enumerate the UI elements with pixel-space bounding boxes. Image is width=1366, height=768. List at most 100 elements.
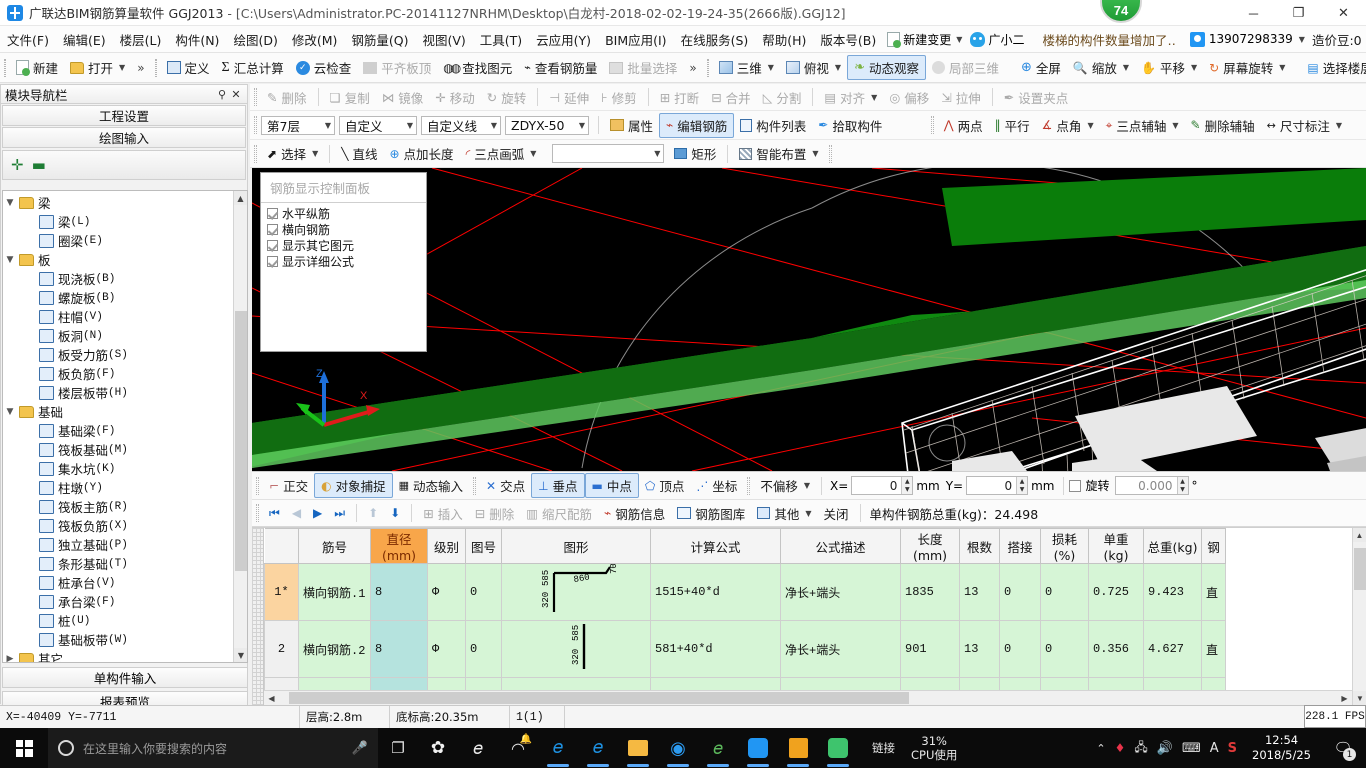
snapbar-grip[interactable] bbox=[256, 476, 259, 495]
shape-cell[interactable]: 585 320 860 70 bbox=[501, 563, 651, 621]
table-cell[interactable]: 9.423 bbox=[1143, 563, 1202, 621]
nav-drawing-input-button[interactable]: 绘图输入 bbox=[2, 127, 246, 148]
rotate-enable-checkbox[interactable] bbox=[1068, 479, 1081, 492]
y-spin-down-icon[interactable]: ▼ bbox=[1016, 485, 1028, 494]
midpoint-snap-button[interactable]: ▬ 中点 bbox=[584, 473, 639, 498]
table-hscroll-thumb[interactable] bbox=[289, 692, 909, 704]
tray-network-icon[interactable]: 🖧 bbox=[1134, 738, 1147, 759]
menu-edit[interactable]: 编辑(E) bbox=[56, 27, 113, 52]
floor-chevron-down-icon[interactable]: ▼ bbox=[325, 121, 331, 130]
col-formula-desc[interactable]: 公式描述 bbox=[780, 528, 901, 564]
vertex-snap-button[interactable]: ⬠ 顶点 bbox=[639, 474, 690, 497]
zoom-chevron-down-icon[interactable]: ▼ bbox=[1123, 63, 1129, 72]
table-vertical-scrollbar[interactable]: ▲ ▼ bbox=[1352, 528, 1366, 705]
y-offset-spinner[interactable]: ▲ ▼ bbox=[1016, 477, 1028, 494]
toolbar-grip-3[interactable] bbox=[706, 58, 709, 77]
tree-folder-3[interactable]: ▼ 板 bbox=[3, 250, 233, 269]
edit-toolbar-grip[interactable] bbox=[254, 88, 257, 106]
taskbar-app-spiral[interactable]: ◠ 🔔 bbox=[498, 728, 538, 768]
object-snap-button[interactable]: ◐ 对象捕捉 bbox=[314, 473, 393, 498]
tree-item-15[interactable]: 柱墩 (Y) bbox=[3, 478, 233, 497]
dimension-button[interactable]: ↔ 尺寸标注 ▼ bbox=[1261, 114, 1348, 137]
point-add-length-button[interactable]: ⊕ 点加长度 bbox=[383, 142, 459, 165]
three-d-button[interactable]: 三维 ▼ bbox=[713, 56, 780, 79]
table-cell[interactable]: 0 bbox=[1040, 563, 1089, 621]
delete-axis-button[interactable]: ✎ 删除辅轴 bbox=[1185, 114, 1261, 137]
last-record-icon[interactable]: ⏭ bbox=[328, 506, 351, 521]
notice-ticker[interactable]: 楼梯的构件数量增加了‥ bbox=[1042, 30, 1175, 49]
start-button[interactable] bbox=[0, 728, 48, 768]
col-count[interactable]: 根数 bbox=[959, 528, 1000, 564]
table-cell[interactable]: 横向钢筋.1 bbox=[298, 563, 371, 621]
col-rownum[interactable] bbox=[264, 528, 299, 564]
action-center-button[interactable]: 🗨 1 bbox=[1326, 728, 1360, 768]
table-cell[interactable]: 直 bbox=[1201, 620, 1226, 678]
taskbar-app-green-e[interactable]: 𝑒 bbox=[698, 728, 738, 768]
toolbar-overflow-mid[interactable]: » bbox=[683, 61, 702, 75]
tray-ime-icon[interactable]: A bbox=[1210, 741, 1219, 756]
draw-toolbar-grip[interactable] bbox=[254, 144, 257, 163]
fullscreen-button[interactable]: ⊕ 全屏 bbox=[1015, 56, 1067, 79]
table-cell[interactable]: 0.356 bbox=[1088, 620, 1144, 678]
smart-layout-button[interactable]: 智能布置 ▼ bbox=[733, 142, 824, 165]
table-cell[interactable]: 直 bbox=[1201, 563, 1226, 621]
table-row[interactable]: 2 横向钢筋.2 8 Φ 0 585 320 581+40*d 净长+端头 901 13 0 0 0.35… bbox=[264, 620, 1226, 678]
col-formula[interactable]: 计算公式 bbox=[650, 528, 781, 564]
table-cell[interactable]: 0.725 bbox=[1088, 563, 1144, 621]
tree-item-12[interactable]: 基础梁 (F) bbox=[3, 421, 233, 440]
snapbar-grip-2[interactable] bbox=[473, 476, 476, 495]
open-file-button[interactable]: 打开 ▼ bbox=[64, 56, 131, 79]
tree-scroll-down-icon[interactable]: ▼ bbox=[234, 648, 247, 662]
tree-item-22[interactable]: 桩 (U) bbox=[3, 611, 233, 630]
col-figure-no[interactable]: 图号 bbox=[465, 528, 502, 564]
chevron-down-icon[interactable]: ▼ bbox=[3, 255, 17, 265]
tray-sogou-icon[interactable]: S bbox=[1228, 741, 1237, 756]
table-vscroll-thumb[interactable] bbox=[1354, 548, 1366, 590]
table-cell[interactable]: 0 bbox=[1040, 620, 1089, 678]
chevron-right-icon[interactable]: ▶ bbox=[3, 654, 17, 663]
tree-item-14[interactable]: 集水坑 (K) bbox=[3, 459, 233, 478]
top-view-button[interactable]: 俯视 ▼ bbox=[780, 56, 847, 79]
table-scroll-right-icon[interactable]: ▶ bbox=[1337, 694, 1352, 703]
checkbox-checked-icon[interactable] bbox=[267, 239, 278, 251]
pan-button[interactable]: ✋ 平移 ▼ bbox=[1135, 56, 1203, 79]
screen-rotate-chevron-down-icon[interactable]: ▼ bbox=[1279, 63, 1285, 72]
other-menu-button[interactable]: 其他 ▼ bbox=[751, 502, 817, 525]
properties-button[interactable]: 属性 bbox=[604, 114, 659, 137]
row-number-cell[interactable]: 1* bbox=[264, 563, 299, 621]
table-cell[interactable]: 1835 bbox=[900, 563, 960, 621]
parallel-axis-button[interactable]: ‖ 平行 bbox=[989, 114, 1036, 137]
col-rebar-no[interactable]: 筋号 bbox=[298, 528, 371, 564]
tree-folder-0[interactable]: ▼ 梁 bbox=[3, 193, 233, 212]
tree-item-18[interactable]: 独立基础 (P) bbox=[3, 535, 233, 554]
close-button[interactable]: ✕ bbox=[1321, 0, 1366, 26]
type-select[interactable]: 自定义线 ▼ bbox=[421, 115, 501, 135]
table-cell[interactable]: 0 bbox=[999, 563, 1041, 621]
table-cell[interactable]: Φ bbox=[427, 563, 466, 621]
smart-layout-chevron-down-icon[interactable]: ▼ bbox=[812, 149, 818, 158]
panel-close-icon[interactable]: ✕ bbox=[229, 88, 243, 101]
model-viewport-3d[interactable]: 3 B bbox=[252, 168, 1366, 471]
nav-project-settings-button[interactable]: 工程设置 bbox=[2, 105, 246, 126]
table-cell[interactable]: 0 bbox=[465, 563, 502, 621]
pin-icon[interactable]: ⚲ bbox=[215, 88, 229, 101]
tree-item-10[interactable]: 楼层板带 (H) bbox=[3, 383, 233, 402]
type-chevron-down-icon[interactable]: ▼ bbox=[491, 121, 497, 130]
tree-scrollbar[interactable]: ▲ ▼ bbox=[233, 191, 247, 662]
menu-rebar-qty[interactable]: 钢筋量(Q) bbox=[344, 27, 415, 52]
screen-rotate-button[interactable]: ↻ 屏幕旋转 ▼ bbox=[1203, 56, 1291, 79]
prev-record-icon[interactable]: ◀ bbox=[286, 506, 307, 520]
tray-keyboard-icon[interactable]: ⌨ bbox=[1182, 741, 1201, 756]
chevron-down-icon[interactable]: ▼ bbox=[3, 198, 17, 208]
menu-bim-apps[interactable]: BIM应用(I) bbox=[598, 27, 674, 52]
table-row[interactable]: 1* 横向钢筋.1 8 Φ 0 585 320 860 70 1515+40*d 净长+端头 1835… bbox=[264, 563, 1226, 621]
three-point-axis-chevron-down-icon[interactable]: ▼ bbox=[1172, 121, 1178, 130]
rebar-info-button[interactable]: ⌁ 钢筋信息 bbox=[598, 502, 671, 525]
nav-single-component-input-button[interactable]: 单构件输入 bbox=[2, 667, 248, 688]
col-steel[interactable]: 钢 bbox=[1201, 528, 1226, 564]
taskbar-search-box[interactable]: 在这里输入你要搜索的内容 🎤 bbox=[48, 728, 378, 768]
row-number-cell[interactable]: 2 bbox=[264, 620, 299, 678]
table-horizontal-scrollbar[interactable]: ◀ ▶ bbox=[264, 690, 1352, 705]
arc-chevron-down-icon[interactable]: ▼ bbox=[530, 149, 536, 158]
taskbar-app-explorer[interactable] bbox=[618, 728, 658, 768]
